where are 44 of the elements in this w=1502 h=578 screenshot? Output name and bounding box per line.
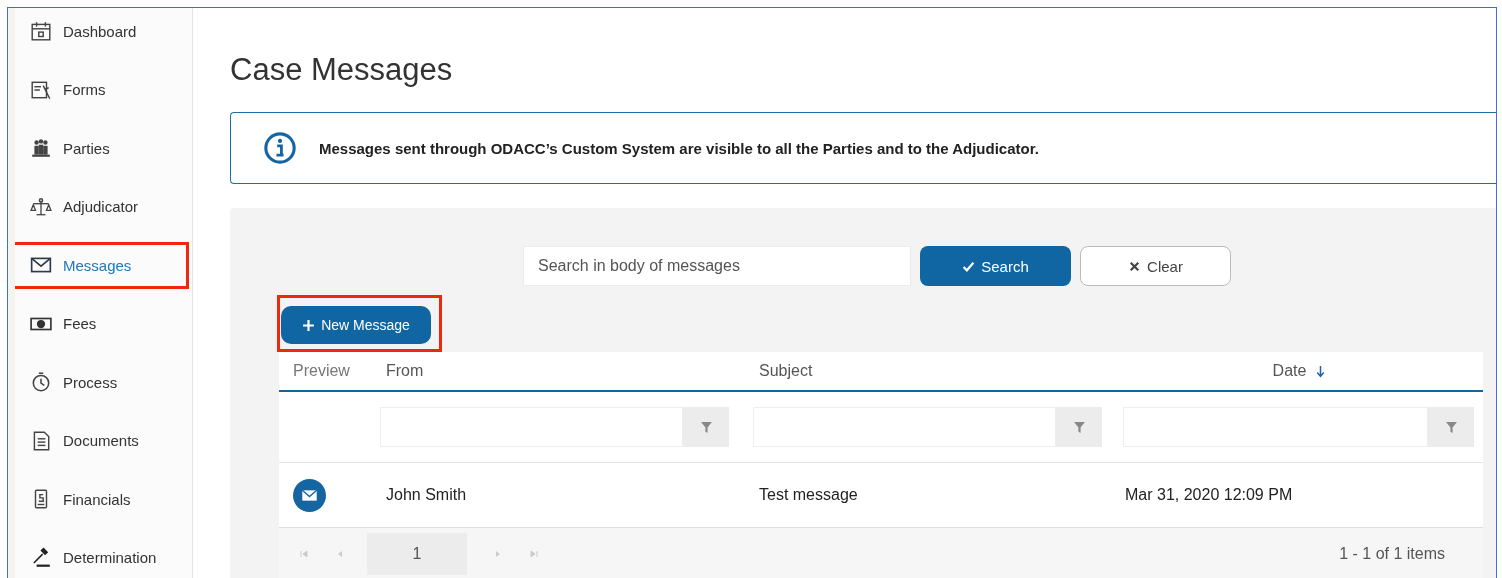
gavel-icon bbox=[30, 546, 52, 569]
sidebar-item[interactable]: Documents bbox=[15, 411, 189, 470]
highlighted-sidebar-item[interactable]: Messages bbox=[15, 241, 189, 289]
table-cell: John Smith bbox=[386, 486, 467, 503]
last-page-icon[interactable] bbox=[529, 549, 539, 559]
filter-button[interactable] bbox=[683, 407, 729, 447]
plus-icon bbox=[302, 318, 316, 332]
info-text: Messages sent through ODACC’s Custom System are visible to all the Parties and to the Adjudicator. bbox=[319, 139, 1039, 157]
check-icon bbox=[962, 259, 976, 273]
close-icon bbox=[1128, 259, 1142, 273]
sidebar-item[interactable]: Dashboard bbox=[15, 8, 189, 61]
people-icon bbox=[30, 137, 52, 160]
page-title: Case Messages bbox=[230, 52, 454, 88]
clear-button[interactable]: Clear bbox=[1080, 246, 1231, 286]
filter-button[interactable] bbox=[1428, 407, 1474, 447]
table-cell: Test message bbox=[759, 486, 858, 503]
first-page-icon[interactable] bbox=[299, 549, 309, 559]
info-icon bbox=[263, 131, 297, 165]
search-field[interactable]: Search in body of messages bbox=[523, 246, 911, 286]
column-header[interactable]: From bbox=[386, 362, 424, 380]
search-button[interactable]: Search bbox=[920, 246, 1071, 286]
filter-icon bbox=[1444, 420, 1458, 434]
column-header[interactable]: Preview bbox=[293, 362, 350, 380]
new-message-button[interactable]: New Message bbox=[281, 306, 431, 344]
sort-arrow-icon[interactable] bbox=[1316, 364, 1326, 378]
pager-summary: 1 - 1 of 1 items bbox=[1339, 545, 1445, 563]
scales-icon bbox=[30, 195, 52, 218]
column-header[interactable]: Subject bbox=[759, 362, 813, 380]
filter-button[interactable] bbox=[1056, 407, 1102, 447]
stopwatch-icon bbox=[30, 371, 52, 394]
sidebar-item[interactable]: Process bbox=[15, 353, 189, 412]
message-preview-icon[interactable] bbox=[293, 478, 326, 512]
page-number[interactable]: 1 bbox=[367, 533, 467, 575]
sidebar-item[interactable]: Adjudicator bbox=[15, 177, 189, 236]
sidebar-item[interactable]: Determination bbox=[15, 528, 189, 578]
table-cell: Mar 31, 2020 12:09 PM bbox=[1125, 486, 1293, 503]
sidebar-item[interactable]: Parties bbox=[15, 119, 189, 178]
filter-icon bbox=[1072, 420, 1086, 434]
calendar-icon bbox=[30, 20, 52, 43]
filter-icon bbox=[699, 420, 713, 434]
column-header[interactable]: Date bbox=[1272, 362, 1307, 380]
sidebar-item[interactable]: Financials bbox=[15, 470, 189, 529]
sidebar-item[interactable]: Forms bbox=[15, 60, 189, 119]
sidebar-item[interactable]: Fees bbox=[15, 294, 189, 353]
